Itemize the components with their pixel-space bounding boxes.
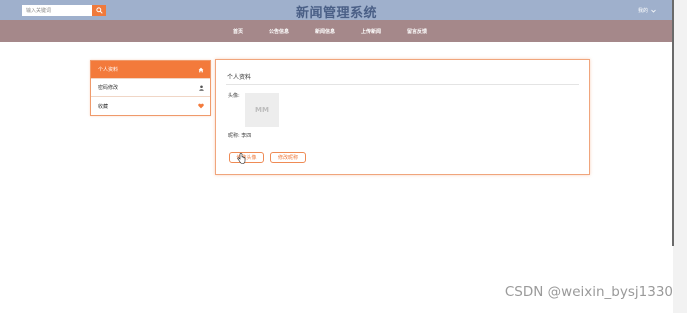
sidebar-item-label: 收藏 bbox=[98, 103, 109, 110]
site-title: 新闻管理系统 bbox=[295, 6, 377, 21]
nickname-value: 李四 bbox=[241, 133, 252, 139]
sidebar-item-label: 密码修改 bbox=[98, 85, 119, 91]
main-nav: 首页 公告信息 新闻信息 上传新闻 留言反馈 bbox=[0, 20, 673, 42]
avatar-label: 头像: bbox=[228, 93, 240, 99]
sidebar-item-favorites[interactable]: 收藏 bbox=[91, 97, 210, 115]
change-avatar-button[interactable]: 修改头像 bbox=[229, 152, 264, 163]
account-sidebar: 个人资料 密码修改 收藏 bbox=[90, 60, 211, 116]
watermark: CSDN @weixin_bysj1330 bbox=[504, 284, 673, 300]
nickname-label: 昵称: bbox=[228, 133, 240, 139]
nav-item-announcements[interactable]: 公告信息 bbox=[256, 28, 302, 35]
scrollbar-thumb[interactable] bbox=[672, 0, 674, 246]
nav-item-home[interactable]: 首页 bbox=[233, 28, 256, 35]
user-menu-label: 我的 bbox=[637, 8, 648, 14]
scrollbar-track[interactable] bbox=[673, 0, 687, 313]
sidebar-item-password[interactable]: 密码修改 bbox=[91, 79, 210, 97]
sidebar-item-label: 个人资料 bbox=[98, 67, 119, 73]
top-bar: 新闻管理系统 我的 bbox=[0, 0, 673, 21]
avatar: MM bbox=[245, 93, 279, 127]
divider bbox=[226, 84, 579, 85]
user-menu[interactable]: 我的 bbox=[638, 7, 656, 14]
home-icon bbox=[198, 67, 204, 72]
hand-cursor-icon bbox=[237, 153, 246, 164]
profile-panel: 个人资料 头像: MM 昵称: 李四 修改头像 修改昵称 bbox=[215, 59, 590, 175]
change-nickname-button[interactable]: 修改昵称 bbox=[270, 152, 306, 163]
nickname-row: 昵称: 李四 bbox=[228, 132, 251, 139]
sidebar-item-profile[interactable]: 个人资料 bbox=[91, 61, 210, 79]
user-icon bbox=[199, 84, 204, 91]
nav-item-news[interactable]: 新闻信息 bbox=[302, 28, 348, 35]
avatar-placeholder-text: MM bbox=[255, 106, 269, 114]
panel-title: 个人资料 bbox=[227, 74, 252, 81]
nav-item-upload-news[interactable]: 上传新闻 bbox=[348, 28, 394, 35]
heart-icon bbox=[198, 103, 204, 109]
chevron-down-icon bbox=[651, 9, 656, 13]
nav-item-feedback[interactable]: 留言反馈 bbox=[394, 28, 440, 35]
